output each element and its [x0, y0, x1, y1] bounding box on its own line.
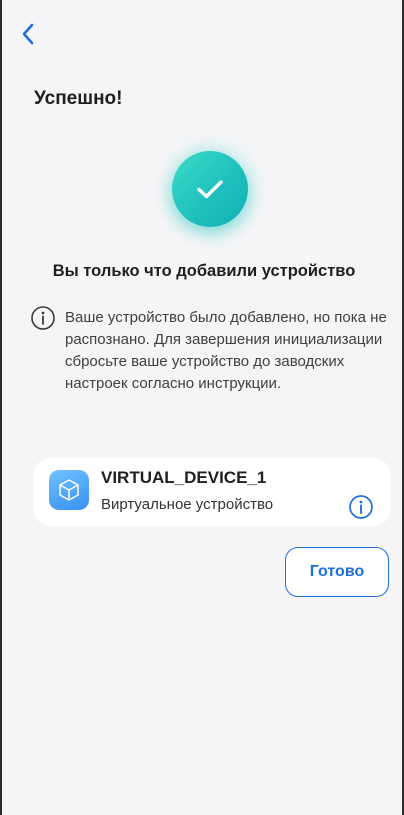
back-button[interactable] — [16, 22, 40, 46]
device-avatar — [49, 470, 89, 510]
info-icon — [349, 495, 373, 519]
device-card[interactable]: VIRTUAL_DEVICE_1 Виртуальное устройство — [34, 458, 390, 526]
info-text: Ваше устройство было добавлено, но пока … — [65, 309, 387, 392]
device-name: VIRTUAL_DEVICE_1 — [101, 468, 267, 487]
chevron-left-icon — [22, 23, 34, 45]
success-headline: Вы только что добавили устройство — [52, 262, 356, 280]
done-button[interactable]: Готово — [285, 547, 389, 597]
success-badge — [172, 151, 248, 227]
device-type: Виртуальное устройство — [101, 496, 274, 513]
cube-icon — [59, 479, 79, 501]
device-info-button[interactable] — [348, 494, 374, 520]
page-title: Успешно! — [34, 88, 123, 109]
info-icon — [31, 306, 55, 330]
checkmark-icon — [197, 180, 223, 199]
device-added-screen: Успешно! Вы только что добавили устройст… — [0, 0, 404, 815]
